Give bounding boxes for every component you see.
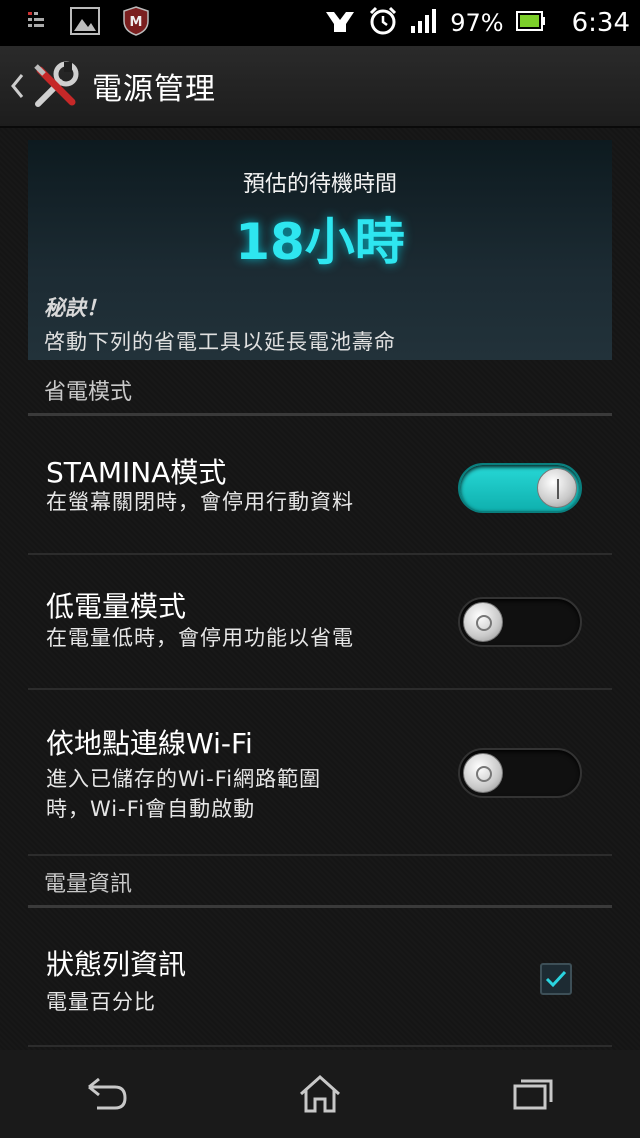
toggle-knob (537, 468, 577, 508)
section-header-battery-info: 電量資訊 (28, 858, 612, 908)
setting-title: 低電量模式 (46, 590, 187, 623)
setting-subtitle: 在電量低時，會停用功能以省電 (46, 626, 354, 650)
back-chevron-icon[interactable] (4, 45, 30, 127)
recent-apps-icon[interactable] (503, 1069, 563, 1119)
setting-subtitle: 電量百分比 (46, 990, 156, 1014)
standby-estimate-card: 預估的待機時間 18小時 秘訣！ 啓動下列的省電工具以延長電池壽命 (28, 140, 612, 360)
notification-icon (26, 10, 48, 36)
checkmark-icon (545, 970, 567, 988)
stamina-toggle[interactable] (458, 463, 582, 513)
toggle-knob (463, 602, 503, 642)
status-bar: M 97% 6:34 (0, 0, 640, 46)
alarm-icon (368, 6, 398, 40)
setting-stamina[interactable]: STAMINA模式 在螢幕關閉時，會停用行動資料 (28, 419, 612, 555)
setting-subtitle-line1: 進入已儲存的Wi-Fi網路範圍 (46, 767, 322, 791)
action-bar[interactable]: 電源管理 (0, 46, 640, 128)
setting-location-wifi[interactable]: 依地點連線Wi-Fi 進入已儲存的Wi-Fi網路範圍 時，Wi-Fi會自動啟動 (28, 690, 612, 856)
sony-icon (324, 8, 356, 38)
toggle-knob (463, 753, 503, 793)
setting-title: 狀態列資訊 (46, 948, 187, 981)
setting-low-battery[interactable]: 低電量模式 在電量低時，會停用功能以省電 (28, 555, 612, 690)
status-bar-info-checkbox[interactable] (540, 963, 572, 995)
mcafee-icon: M (122, 6, 150, 40)
back-icon[interactable] (77, 1069, 137, 1119)
location-wifi-toggle[interactable] (458, 748, 582, 798)
picture-icon (70, 7, 100, 39)
tip-title: 秘訣！ (44, 296, 107, 320)
settings-content[interactable]: 預估的待機時間 18小時 秘訣！ 啓動下列的省電工具以延長電池壽命 省電模式 S… (0, 128, 640, 1050)
tip-text: 啓動下列的省電工具以延長電池壽命 (44, 330, 396, 354)
clock: 6:34 (571, 8, 630, 38)
battery-percent: 97% (450, 9, 504, 37)
svg-text:M: M (130, 15, 143, 30)
tools-icon (30, 60, 82, 112)
signal-icon (410, 8, 438, 38)
section-header-power-saving: 省電模式 (28, 366, 612, 416)
setting-title: 依地點連線Wi-Fi (46, 727, 253, 760)
setting-title: STAMINA模式 (46, 456, 227, 489)
estimate-value: 18小時 (235, 213, 405, 271)
setting-status-bar-info[interactable]: 狀態列資訊 電量百分比 (28, 911, 612, 1047)
status-left-icons: M (26, 6, 172, 40)
battery-icon (515, 10, 546, 36)
status-right-icons: 97% 6:34 (312, 6, 630, 40)
page-title: 電源管理 (92, 72, 216, 107)
setting-subtitle-line2: 時，Wi-Fi會自動啟動 (46, 797, 256, 821)
estimate-label: 預估的待機時間 (242, 172, 397, 197)
setting-subtitle: 在螢幕關閉時，會停用行動資料 (46, 490, 354, 514)
low-battery-toggle[interactable] (458, 597, 582, 647)
navigation-bar[interactable] (0, 1050, 640, 1138)
home-icon[interactable] (290, 1069, 350, 1119)
